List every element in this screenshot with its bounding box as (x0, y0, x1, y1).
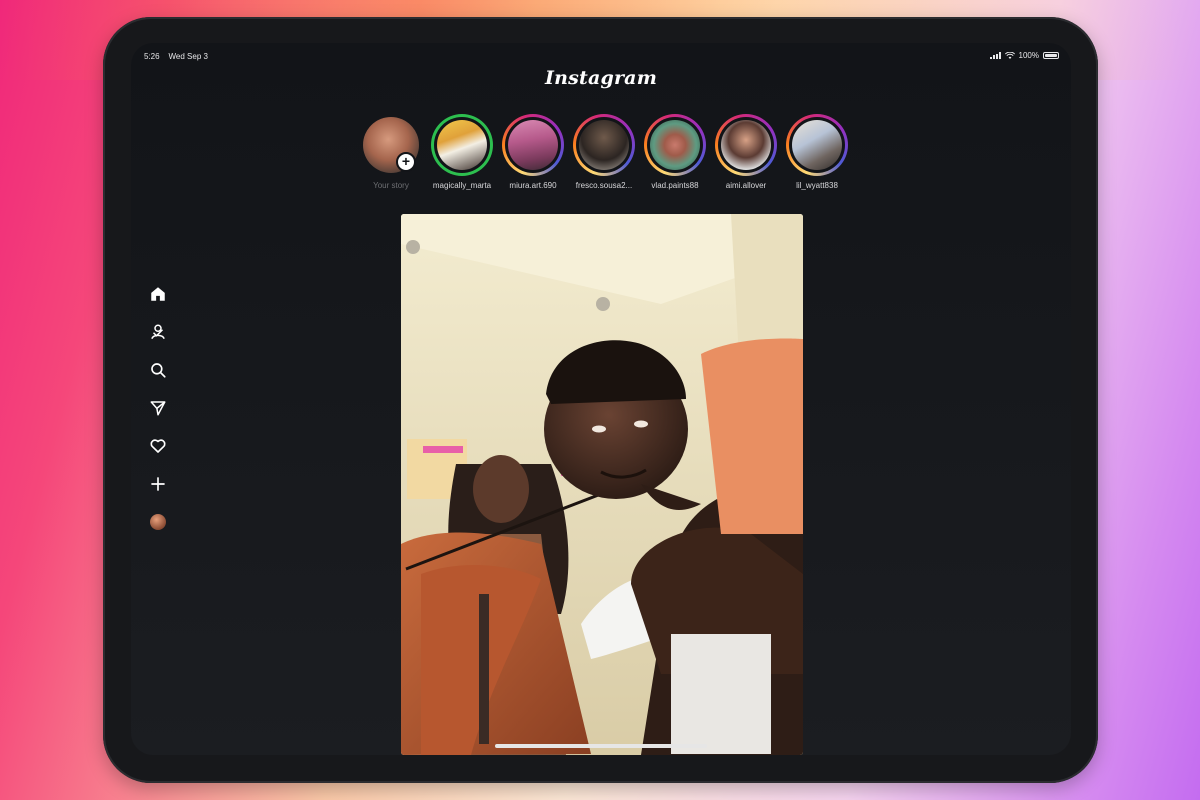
story-username: magically_marta (432, 181, 492, 190)
story-avatar (792, 120, 842, 170)
battery-icon (1043, 52, 1059, 59)
home-icon (151, 287, 165, 301)
story-avatar (721, 120, 771, 170)
story-avatar (508, 120, 558, 170)
nav-create[interactable] (146, 473, 170, 495)
nav-notifications[interactable] (146, 435, 170, 457)
story-avatar (650, 120, 700, 170)
nav-messages[interactable] (146, 397, 170, 419)
status-left: 5:26 Wed Sep 3 (144, 52, 208, 61)
story-username: lil_wyatt838 (796, 181, 838, 190)
story-ring (715, 114, 777, 176)
story-avatar (579, 120, 629, 170)
story-ring (431, 114, 493, 176)
plus-icon (151, 477, 165, 491)
sidebar-nav (146, 283, 170, 533)
story-item[interactable]: aimi.allover (715, 114, 777, 190)
home-indicator[interactable] (495, 744, 707, 748)
story-avatar (437, 120, 487, 170)
app-logo[interactable]: Instagram (131, 67, 1071, 89)
story-ring (502, 114, 564, 176)
story-username: vlad.paints88 (651, 181, 699, 190)
stories-tray: + Your story magically_marta miura.art.6… (360, 114, 848, 190)
people-icon (151, 324, 165, 340)
wifi-icon (1004, 52, 1015, 59)
story-ring (644, 114, 706, 176)
story-username: miura.art.690 (509, 181, 557, 190)
story-item[interactable]: vlad.paints88 (644, 114, 706, 190)
search-icon (151, 363, 166, 378)
status-time: 5:26 (144, 52, 160, 61)
story-item[interactable]: lil_wyatt838 (786, 114, 848, 190)
heart-icon (150, 439, 166, 453)
post-photo (401, 214, 803, 755)
story-ring (573, 114, 635, 176)
story-your-story[interactable]: + Your story (360, 114, 422, 190)
story-username: fresco.sousa2... (575, 181, 633, 190)
status-right: 100% (989, 51, 1059, 60)
ipad-screen: 5:26 Wed Sep 3 100% Instagram + Your sto… (131, 43, 1071, 755)
nav-search[interactable] (146, 359, 170, 381)
battery-percent: 100% (1018, 51, 1039, 60)
feed-post-media[interactable] (401, 214, 803, 755)
story-username: aimi.allover (725, 181, 767, 190)
status-date: Wed Sep 3 (168, 52, 208, 61)
cellular-signal-icon (989, 52, 1001, 59)
story-item[interactable]: fresco.sousa2... (573, 114, 635, 190)
status-bar: 5:26 Wed Sep 3 100% (131, 43, 1071, 69)
add-story-icon[interactable]: + (396, 152, 416, 172)
story-username: Your story (373, 181, 409, 190)
send-icon (150, 401, 166, 416)
profile-avatar (150, 514, 166, 530)
nav-home[interactable] (146, 283, 170, 305)
nav-people[interactable] (146, 321, 170, 343)
story-item[interactable]: miura.art.690 (502, 114, 564, 190)
story-item[interactable]: magically_marta (431, 114, 493, 190)
story-ring (786, 114, 848, 176)
nav-profile[interactable] (146, 511, 170, 533)
